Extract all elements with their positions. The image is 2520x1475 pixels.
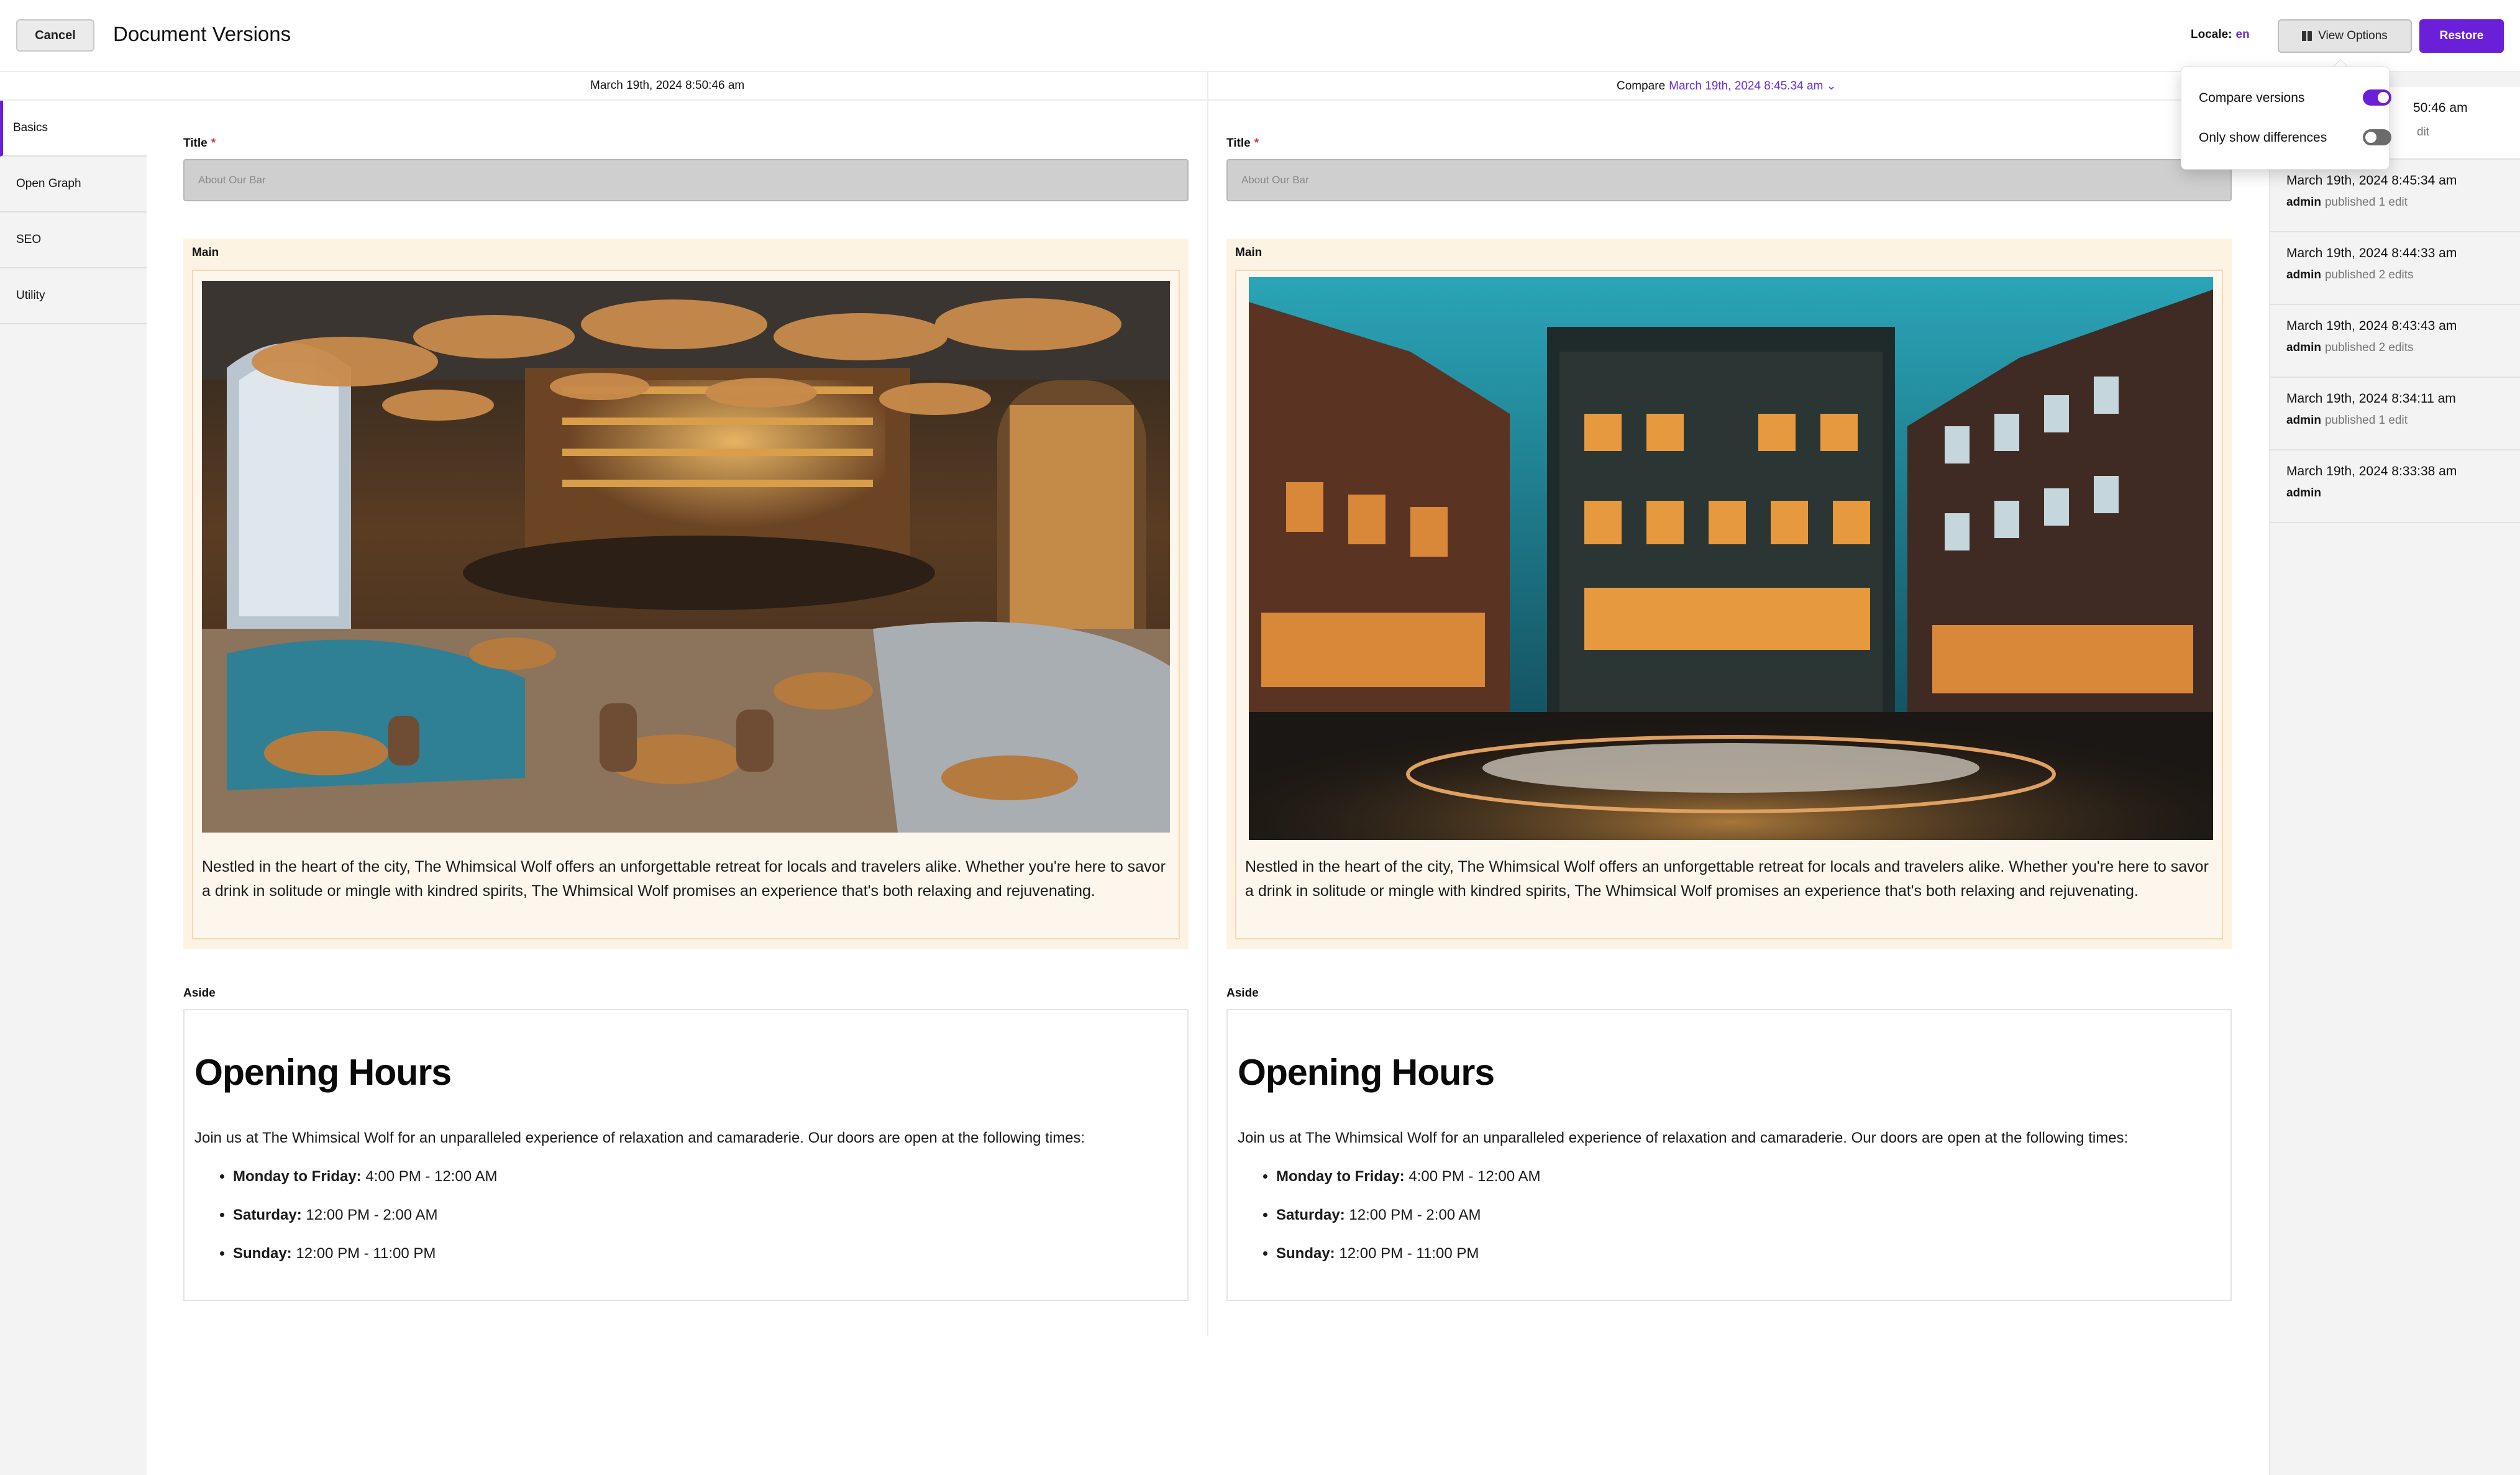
aside-title-left: Opening Hours [194,1052,452,1093]
compare-selector[interactable]: Compare March 19th, 2024 8:45.34 am ⌄ [1617,79,1837,93]
aside-label-right: Aside [1226,987,1259,1000]
compare-label: Compare [1617,80,1666,93]
cancel-button[interactable]: Cancel [16,19,94,52]
version-item[interactable]: March 19th, 2024 8:43:43 am admin publish… [2270,305,2520,378]
sidebar-item-open-graph[interactable]: Open Graph [0,157,147,212]
hours-item: Monday to Friday: 4:00 PM - 12:00 AM [1276,1168,1540,1207]
version-compare-bar: March 19th, 2024 8:50:46 am Compare March… [0,72,2269,101]
sidebar-item-basics[interactable]: Basics [0,101,147,157]
compare-version-date[interactable]: March 19th, 2024 8:45.34 am [1669,80,1823,93]
aside-box-right: Opening Hours Join us at The Whimsical W… [1226,1009,2232,1301]
main-block-right: Main Nestled in the heart of the city, T… [1226,239,2232,949]
aside-label-left: Aside [183,987,216,1000]
header-bar: Cancel Document Versions Locale: en View … [0,0,2520,72]
compare-versions-toggle[interactable] [2363,89,2391,106]
restore-button[interactable]: Restore [2419,19,2504,53]
hours-item: Saturday: 12:00 PM - 2:00 AM [233,1207,497,1245]
main-content-left: Nestled in the heart of the city, The Wh… [192,270,1180,939]
locale-selector[interactable]: Locale: en [2191,28,2250,42]
aside-intro-left: Join us at The Whimsical Wolf for an unp… [194,1130,1085,1146]
bar-exterior-image [1249,277,2213,840]
version-item[interactable]: March 19th, 2024 8:33:38 am admin [2270,450,2520,523]
main-label-right: Main [1235,246,1262,259]
sidebar-item-seo[interactable]: SEO [0,212,147,268]
only-differences-label: Only show differences [2199,130,2327,145]
hours-item: Saturday: 12:00 PM - 2:00 AM [1276,1207,1540,1245]
title-input-left: About Our Bar [183,159,1189,201]
title-field-label-left: Title * [183,137,216,150]
chevron-down-icon: ⌄ [1826,80,1837,93]
current-version-date: March 19th, 2024 8:50:46 am [590,79,745,92]
aside-title-right: Opening Hours [1238,1052,1495,1093]
aside-intro-right: Join us at The Whimsical Wolf for an unp… [1238,1130,2129,1146]
sidebar-item-utility[interactable]: Utility [0,268,147,324]
versions-panel: 50:46 am dit March 19th, 2024 8:45:34 am… [2269,72,2520,1475]
field-tabs-sidebar: Basics Open Graph SEO Utility [0,101,147,1475]
title-input-right: About Our Bar [1226,159,2232,201]
compare-versions-label: Compare versions [2199,91,2305,105]
version-item[interactable]: March 19th, 2024 8:45:34 am admin publish… [2270,160,2520,232]
hours-item: Sunday: 12:00 PM - 11:00 PM [233,1245,497,1284]
view-options-label: View Options [2318,29,2388,42]
version-item[interactable]: March 19th, 2024 8:34:11 am admin publish… [2270,378,2520,450]
view-options-popover: Compare versions Only show differences [2181,66,2391,170]
title-field-label-right: Title * [1226,137,1259,150]
main-text-right: Nestled in the heart of the city, The Wh… [1245,858,2209,900]
aside-box-left: Opening Hours Join us at The Whimsical W… [183,1009,1189,1301]
hours-list-right: Monday to Friday: 4:00 PM - 12:00 AM Sat… [1262,1168,1540,1284]
columns-icon [2302,31,2312,41]
main-label-left: Main [192,246,219,259]
hours-list-left: Monday to Friday: 4:00 PM - 12:00 AM Sat… [219,1168,497,1284]
locale-value[interactable]: en [2236,28,2250,41]
only-differences-toggle[interactable] [2363,129,2391,145]
view-options-button[interactable]: View Options [2278,19,2412,53]
main-block-left: Main Nestled in the heart of the city, T… [183,239,1189,949]
hours-item: Monday to Friday: 4:00 PM - 12:00 AM [233,1168,497,1207]
version-item[interactable]: March 19th, 2024 8:44:33 am admin publish… [2270,232,2520,305]
column-divider [1207,72,1208,1336]
hours-item: Sunday: 12:00 PM - 11:00 PM [1276,1245,1540,1284]
locale-label: Locale: [2191,28,2232,41]
main-content-right: Nestled in the heart of the city, The Wh… [1235,270,2223,939]
bar-interior-image [202,281,1170,833]
page-title: Document Versions [113,22,291,45]
main-text-left: Nestled in the heart of the city, The Wh… [202,858,1166,900]
